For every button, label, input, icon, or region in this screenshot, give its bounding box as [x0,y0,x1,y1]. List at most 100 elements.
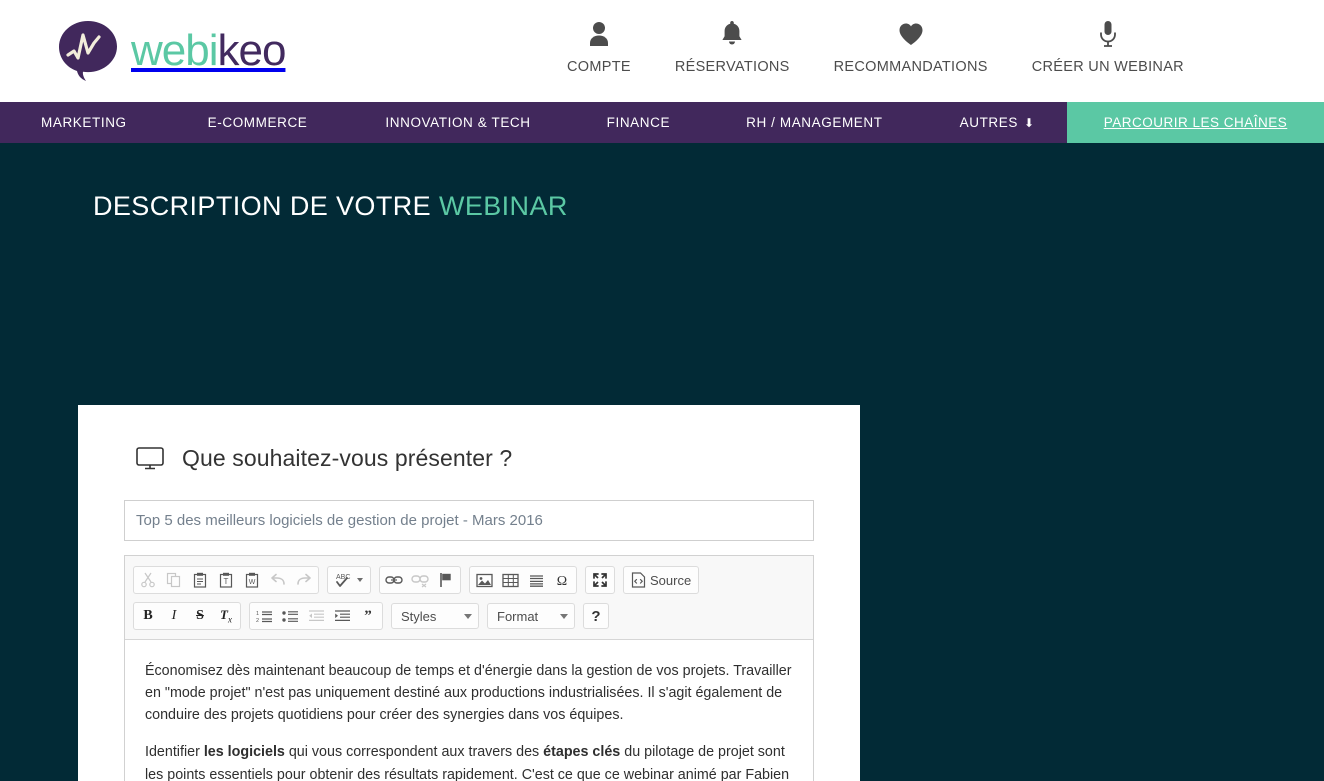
undo-icon[interactable] [265,568,291,592]
logo-wordmark: webikeo [131,26,287,75]
source-icon [631,572,646,588]
editor-paragraph-1: Économisez dès maintenant beaucoup de te… [145,663,792,724]
chevron-down-icon [464,613,472,619]
link-icon[interactable] [381,568,407,592]
section-title: Que souhaitez-vous présenter ? [182,445,513,471]
category-item-marketing[interactable]: MARKETING [41,102,127,143]
paste-word-icon[interactable]: W [239,568,265,592]
insert-group: Ω [469,566,577,594]
category-item-ecommerce[interactable]: E-COMMERCE [208,102,308,143]
editor-toolbar-row-1: T W ABC Ω Source [129,562,809,598]
category-nav-bar: MARKETING E-COMMERCE INNOVATION & TECH F… [0,102,1324,143]
category-item-finance[interactable]: FINANCE [607,102,670,143]
editor-paragraph-2: Identifier les logiciels qui vous corres… [145,741,793,781]
category-label-innovation-tech: INNOVATION & TECH [385,115,531,130]
paste-text-icon[interactable]: T [213,568,239,592]
nav-label-compte: COMPTE [567,59,631,75]
category-label-finance: FINANCE [606,115,671,130]
microphone-icon [1098,18,1118,50]
category-item-autres[interactable]: AUTRES ⬇ [960,102,1035,143]
p2-text-1: Identifier [145,744,204,761]
site-header: webikeo COMPTE RÉSERVATIONS RECOMMANDATI… [0,0,1324,102]
bold-icon[interactable]: B [135,604,161,628]
p2-bold-2: étapes clés [543,744,621,761]
spellcheck-group: ABC [327,566,371,594]
page-title-accent: WEBINAR [438,191,568,221]
header-nav: COMPTE RÉSERVATIONS RECOMMANDATIONS CRÉE… [545,18,1206,75]
table-icon[interactable] [497,568,523,592]
nav-label-creer-webinar: CRÉER UN WEBINAR [1031,59,1184,75]
page-title: DESCRIPTION DE VOTRE WEBINAR [93,143,1324,222]
description-rich-text-editor: T W ABC Ω Source B I S Tx 1 2 ” Styles F… [124,555,814,781]
section-header: Que souhaitez-vous présenter ? [124,445,814,472]
site-logo[interactable]: webikeo [55,18,287,84]
p2-text-2: qui vous correspondent aux travers des [284,744,544,761]
format-dropdown[interactable]: Format [487,603,575,629]
svg-text:2: 2 [256,618,259,624]
unlink-icon[interactable] [407,568,433,592]
styles-dropdown-label: Styles [401,608,437,624]
copy-icon[interactable] [161,568,187,592]
svg-text:W: W [249,579,256,586]
remove-format-icon[interactable]: Tx [213,604,239,628]
category-label-rh-management: RH / MANAGEMENT [746,115,883,130]
webinar-title-input[interactable] [124,500,814,541]
nav-item-compte[interactable]: COMPTE [545,18,653,75]
nav-item-creer-webinar[interactable]: CRÉER UN WEBINAR [1010,18,1206,75]
outdent-icon[interactable] [303,604,329,628]
source-button[interactable]: Source [625,568,697,592]
person-icon [588,18,610,50]
blockquote-icon[interactable]: ” [355,604,381,628]
list-indent-group: 12 ” [249,602,383,630]
cut-icon[interactable] [135,568,161,592]
maximize-icon[interactable] [587,568,613,592]
logo-word-keo: keo [217,26,287,75]
anchor-flag-icon[interactable] [433,568,459,592]
italic-icon[interactable]: I [161,604,187,628]
category-label-marketing: MARKETING [41,115,127,130]
nav-label-reservations: RÉSERVATIONS [674,59,790,75]
category-item-rh-management[interactable]: RH / MANAGEMENT [746,102,883,143]
p2-bold-1: les logiciels [203,744,285,761]
svg-text:Ω: Ω [557,574,567,588]
bell-icon [720,18,744,50]
horizontal-rule-icon[interactable] [523,568,549,592]
styles-dropdown[interactable]: Styles [391,603,479,629]
browse-channels-label: PARCOURIR LES CHAÎNES [1103,115,1288,130]
svg-text:T: T [224,577,229,586]
bulleted-list-icon[interactable] [277,604,303,628]
source-label: Source [650,572,692,588]
category-label-ecommerce: E-COMMERCE [207,115,308,130]
link-group [379,566,461,594]
nav-label-recommandations: RECOMMANDATIONS [833,59,988,75]
numbered-list-icon[interactable]: 12 [251,604,277,628]
chevron-down-icon [357,578,363,582]
strikethrough-icon[interactable]: S [187,604,213,628]
nav-item-reservations[interactable]: RÉSERVATIONS [653,18,812,75]
indent-icon[interactable] [329,604,355,628]
heart-icon [898,18,924,50]
logo-word-webi: webi [131,26,218,75]
webinar-description-card: Que souhaitez-vous présenter ? Top 5 des… [78,405,860,781]
editor-content-area[interactable]: Économisez dès maintenant beaucoup de te… [125,640,813,781]
image-icon[interactable] [471,568,497,592]
special-char-icon[interactable]: Ω [549,568,575,592]
nav-item-recommandations[interactable]: RECOMMANDATIONS [812,18,1010,75]
text-style-group: B I S Tx [133,602,241,630]
redo-icon[interactable] [291,568,317,592]
spellcheck-icon[interactable]: ABC [329,568,369,592]
browse-channels-button[interactable]: PARCOURIR LES CHAÎNES [1067,102,1324,143]
category-item-innovation-tech[interactable]: INNOVATION & TECH [385,102,530,143]
format-dropdown-label: Format [497,608,539,624]
svg-text:ABC: ABC [336,574,350,581]
page-title-main: DESCRIPTION DE VOTRE [93,191,432,221]
chevron-down-icon [560,613,568,619]
category-nav-items: MARKETING E-COMMERCE INNOVATION & TECH F… [0,102,1067,143]
category-label-autres: AUTRES [959,115,1018,130]
maximize-group [585,566,615,594]
webikeo-bubble-icon [55,18,121,84]
page-body: DESCRIPTION DE VOTRE WEBINAR Que souhait… [0,143,1324,781]
help-button[interactable]: ? [583,603,609,629]
paste-icon[interactable] [187,568,213,592]
editor-toolbar: T W ABC Ω Source B I S Tx 1 2 ” Styles F… [125,556,813,640]
